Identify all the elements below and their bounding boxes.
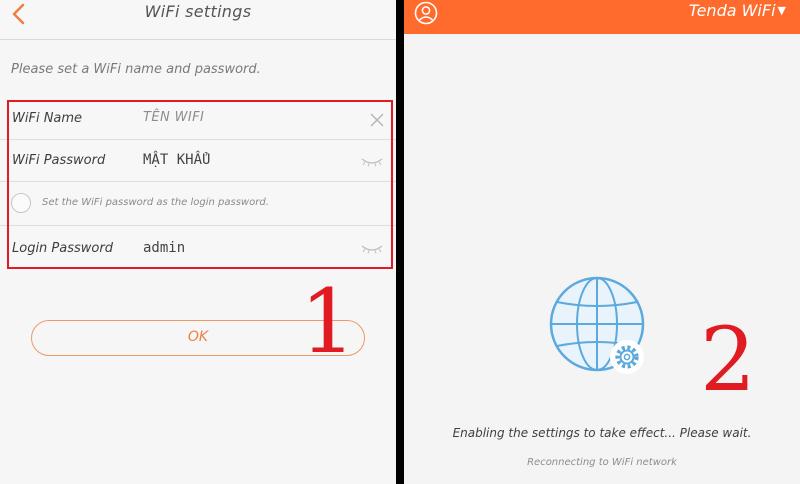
instruction-text: Please set a WiFi name and password.: [11, 62, 261, 77]
wifi-name-label: WiFi Name: [12, 111, 83, 126]
network-name: Tenda WiFi: [688, 1, 776, 20]
user-icon[interactable]: [414, 1, 438, 25]
eye-icon[interactable]: [360, 157, 384, 167]
clear-icon[interactable]: [369, 112, 385, 128]
page-title: WiFi settings: [144, 2, 252, 21]
login-password-row[interactable]: Login Password admin: [0, 226, 396, 272]
header-bar: Tenda WiFi ▼: [404, 0, 800, 34]
same-password-option-row[interactable]: Set the WiFi password as the login passw…: [0, 182, 396, 226]
eye-icon[interactable]: [360, 244, 384, 254]
same-password-label: Set the WiFi password as the login passw…: [42, 197, 269, 208]
applying-settings-screen: Tenda WiFi ▼ 2 Enabling the settings to t…: [404, 0, 800, 484]
wifi-name-input[interactable]: TÊN WIFI: [143, 110, 204, 125]
wifi-form: WiFi Name TÊN WIFI WiFi Password MẬT KHẨ…: [0, 96, 396, 272]
dropdown-caret-icon: ▼: [777, 4, 786, 17]
sub-status-message: Reconnecting to WiFi network: [527, 457, 677, 468]
step-number-2: 2: [700, 308, 756, 411]
step-number-1: 1: [300, 270, 356, 373]
status-message: Enabling the settings to take effect... …: [452, 426, 752, 440]
header-bar: WiFi settings: [0, 0, 396, 40]
same-password-radio[interactable]: [11, 193, 31, 213]
wifi-password-label: WiFi Password: [12, 153, 106, 168]
login-password-input[interactable]: admin: [143, 240, 185, 256]
gear-icon: [610, 340, 644, 374]
wifi-settings-screen: WiFi settings Please set a WiFi name and…: [0, 0, 396, 484]
login-password-label: Login Password: [12, 241, 113, 256]
wifi-name-row[interactable]: WiFi Name TÊN WIFI: [0, 96, 396, 140]
globe-icon: [549, 276, 645, 374]
wifi-password-row[interactable]: WiFi Password MẬT KHẨU: [0, 140, 396, 182]
wifi-password-input[interactable]: MẬT KHẨU: [143, 152, 210, 168]
network-selector[interactable]: Tenda WiFi ▼: [689, 1, 786, 20]
